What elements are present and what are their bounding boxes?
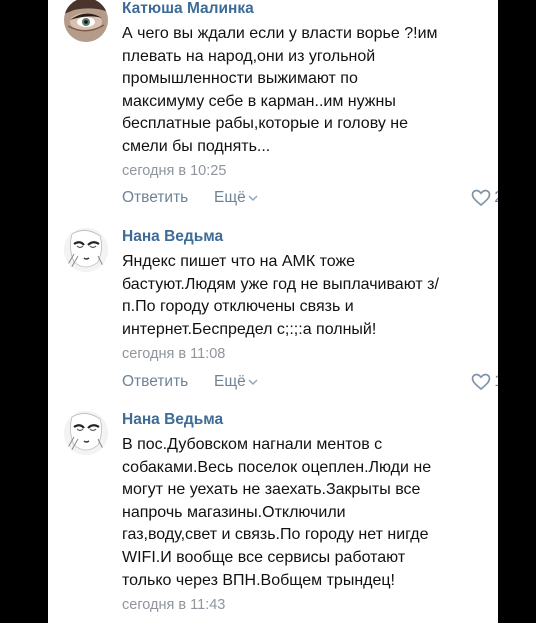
- more-label: Ещё: [214, 373, 246, 390]
- like-button[interactable]: 1: [471, 371, 498, 393]
- comment-author[interactable]: Катюша Малинка: [122, 0, 254, 18]
- comment-timestamp[interactable]: сегодня в 11:43: [122, 596, 225, 614]
- like-button[interactable]: 2: [471, 187, 498, 209]
- reply-button[interactable]: Ответить: [122, 187, 188, 209]
- reply-button[interactable]: Ответить: [122, 371, 188, 393]
- sketch-face-avatar-icon[interactable]: [64, 228, 108, 272]
- comment-text: А чего вы ждали если у власти ворье ?!им…: [122, 25, 438, 155]
- chevron-down-icon: [248, 379, 258, 385]
- like-count: 2: [494, 187, 498, 209]
- comment-text: В пос.Дубовском нагнали ментов с собакам…: [122, 436, 432, 589]
- woman-eye-avatar-icon[interactable]: [64, 0, 108, 42]
- more-button[interactable]: Ещё: [214, 371, 258, 393]
- comments-panel: Катюша Малинка А чего вы ждали если у вл…: [48, 0, 498, 623]
- comment-timestamp[interactable]: сегодня в 10:25: [122, 162, 226, 180]
- comment-timestamp[interactable]: сегодня в 11:08: [122, 345, 225, 363]
- heart-icon: [472, 189, 491, 207]
- comment-actions: Ответить Ещё 2: [122, 187, 498, 209]
- sketch-face-avatar-icon[interactable]: [64, 411, 108, 455]
- comment-author[interactable]: Нана Ведьма: [122, 411, 223, 429]
- chevron-down-icon: [248, 195, 258, 201]
- more-label: Ещё: [214, 189, 246, 206]
- comment-text: Яндекс пишет что на АМК тоже бастуют.Люд…: [122, 253, 439, 338]
- more-button[interactable]: Ещё: [214, 187, 258, 209]
- comment-author[interactable]: Нана Ведьма: [122, 228, 223, 246]
- comment-actions: Ответить Ещё 1: [122, 371, 498, 393]
- heart-icon: [472, 373, 491, 391]
- like-count: 1: [494, 371, 498, 393]
